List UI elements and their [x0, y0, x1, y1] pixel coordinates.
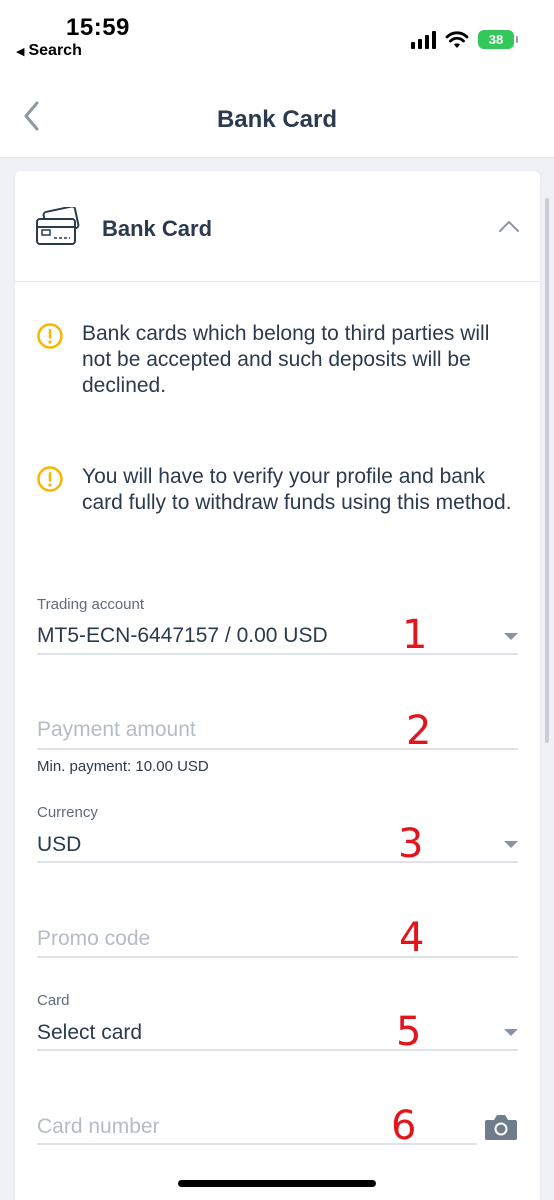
card-value: Select card	[37, 1021, 143, 1044]
panel-header[interactable]: Bank Card	[15, 171, 540, 282]
field-underline	[37, 653, 518, 655]
field-underline	[37, 748, 518, 750]
payment-amount-placeholder: Payment amount	[37, 718, 196, 741]
promo-code-input[interactable]: Promo code	[37, 919, 518, 959]
payment-amount-input[interactable]: Payment amount	[37, 711, 518, 751]
battery-icon: 38	[478, 30, 518, 49]
status-indicators: 38	[411, 30, 518, 49]
warning-circle-icon	[37, 466, 63, 492]
credit-card-icon	[36, 207, 80, 245]
trading-account-value: MT5-ECN-6447157 / 0.00 USD	[37, 624, 328, 647]
battery-level: 38	[488, 32, 504, 47]
promo-code-placeholder: Promo code	[37, 927, 151, 950]
chevron-up-icon[interactable]	[498, 218, 520, 234]
warning-circle-icon	[37, 323, 63, 349]
card-label: Card	[37, 992, 70, 1009]
page-title: Bank Card	[216, 106, 338, 133]
step-marker: 4	[399, 915, 425, 961]
dropdown-arrow-icon	[504, 633, 518, 640]
step-marker: 6	[391, 1103, 417, 1149]
bank-card-panel: Bank Card Bank cards which belong to thi…	[15, 171, 540, 1200]
dropdown-arrow-icon	[504, 841, 518, 848]
navigation-bar: Bank Card	[0, 72, 554, 158]
status-bar: 15:59 ◀ Search 38	[0, 0, 554, 72]
currency-label: Currency	[37, 804, 98, 821]
trading-account-select[interactable]: Trading account MT5-ECN-6447157 / 0.00 U…	[37, 591, 518, 656]
dropdown-arrow-icon	[504, 1029, 518, 1036]
home-indicator[interactable]	[178, 1180, 376, 1187]
step-marker: 5	[396, 1009, 422, 1055]
back-to-app-link[interactable]: ◀ Search	[16, 42, 82, 60]
step-marker: 2	[406, 708, 432, 754]
step-marker: 3	[398, 821, 424, 867]
trading-account-label: Trading account	[37, 596, 145, 613]
field-underline	[37, 861, 518, 863]
scrollbar[interactable]	[545, 198, 549, 743]
currency-select[interactable]: Currency USD	[37, 799, 518, 864]
card-number-placeholder: Card number	[37, 1115, 160, 1138]
step-marker: 1	[402, 612, 428, 658]
panel-title: Bank Card	[102, 216, 213, 241]
verification-notice: You will have to verify your profile and…	[37, 464, 527, 516]
card-number-input[interactable]: Card number	[37, 1107, 518, 1147]
currency-value: USD	[37, 833, 82, 856]
status-time: 15:59	[66, 14, 130, 41]
field-underline	[37, 1049, 518, 1051]
back-triangle-icon: ◀	[16, 45, 25, 58]
min-payment-hint: Min. payment: 10.00 USD	[37, 758, 209, 775]
wifi-icon	[445, 30, 469, 48]
cellular-signal-icon	[411, 30, 436, 49]
field-underline	[37, 956, 518, 958]
back-app-label: Search	[28, 42, 82, 59]
third-party-notice: Bank cards which belong to third parties…	[37, 321, 527, 399]
notice-text: You will have to verify your profile and…	[82, 465, 512, 514]
card-select[interactable]: Card Select card	[37, 987, 518, 1052]
camera-icon[interactable]	[484, 1113, 518, 1141]
notice-text: Bank cards which belong to third parties…	[82, 322, 490, 397]
